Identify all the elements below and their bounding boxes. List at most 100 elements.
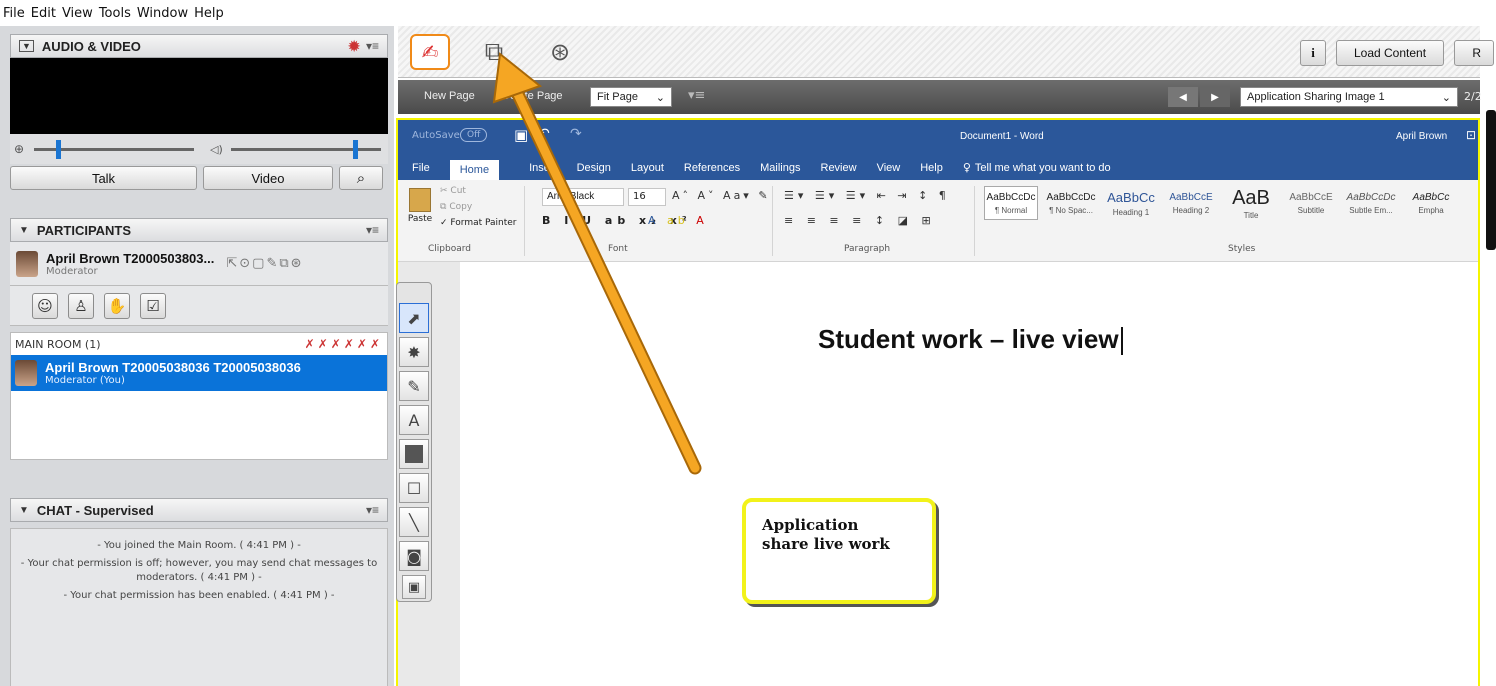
chat-log: - You joined the Main Room. ( 4:41 PM ) … xyxy=(10,528,388,686)
menu-edit[interactable]: Edit xyxy=(31,6,56,21)
scrollbar-handle[interactable] xyxy=(1486,110,1496,250)
pointer-tool-button[interactable]: ✸ xyxy=(399,337,429,367)
mic-volume-slider[interactable] xyxy=(34,139,194,159)
group-divider xyxy=(772,186,773,256)
style-subtitle[interactable]: AaBbCcE Subtitle xyxy=(1284,186,1338,220)
style-title[interactable]: AaB Title xyxy=(1224,186,1278,220)
video-button[interactable]: Video xyxy=(203,166,333,190)
poll-checkbox-button[interactable]: ☑ xyxy=(140,292,166,319)
document-title: Document1 - Word xyxy=(960,131,1044,142)
participant-role: Moderator (You) xyxy=(45,375,125,386)
menu-window[interactable]: Window xyxy=(137,6,188,21)
raise-hand-button[interactable]: ✋ xyxy=(104,292,130,319)
group-divider xyxy=(974,186,975,256)
autosave-state: Off xyxy=(467,130,481,140)
chat-message: - Your chat permission has been enabled.… xyxy=(63,590,335,601)
collapse-triangle-icon[interactable]: ▼ xyxy=(19,225,29,236)
style-no-spacing[interactable]: AaBbCcDc ¶ No Spac... xyxy=(1044,186,1098,220)
style-heading-1[interactable]: AaBbCc Heading 1 xyxy=(1104,186,1158,220)
panel-menu-icon[interactable]: ▾≡ xyxy=(366,39,379,53)
prev-page-button[interactable]: ◀ xyxy=(1168,87,1198,107)
callout-box: Application share live work xyxy=(742,498,936,604)
my-status-icons: ⇱⊙▢✎⧉⊛ xyxy=(226,256,303,271)
info-icon: i xyxy=(1311,45,1315,60)
style-emphasis[interactable]: AaBbCc Empha xyxy=(1404,186,1458,220)
user-name: April Brown xyxy=(1396,131,1448,142)
menu-view[interactable]: View xyxy=(62,6,93,21)
fill-shape-tool-button[interactable] xyxy=(399,439,429,469)
tab-view[interactable]: View xyxy=(877,162,901,174)
autosave-label: AutoSave xyxy=(412,130,460,141)
cut-button[interactable]: ✂ Cut xyxy=(440,186,466,196)
menubar: File Edit View Tools Window Help xyxy=(0,0,1496,26)
tab-help[interactable]: Help xyxy=(920,162,943,174)
participant-row[interactable]: April Brown T20005038036 T20005038036 Mo… xyxy=(11,355,387,391)
image-tool-button[interactable]: ▣ xyxy=(402,575,426,599)
arrow-head xyxy=(492,52,543,104)
style-subtle-emphasis[interactable]: AaBbCcDc Subtle Em... xyxy=(1344,186,1398,220)
audio-video-title: AUDIO & VIDEO xyxy=(41,38,141,54)
scissors-icon: ✂ xyxy=(440,186,448,196)
room-permission-icons: ✗✗✗✗✗✗ xyxy=(304,337,383,351)
whiteboard-tool-button[interactable]: ✍ xyxy=(410,34,450,70)
info-button[interactable]: i xyxy=(1300,40,1326,66)
mic-slider-thumb[interactable] xyxy=(56,139,61,159)
collapse-icon[interactable]: ▼ xyxy=(19,40,34,52)
tell-me-box[interactable]: Tell me what you want to do xyxy=(975,162,1111,174)
styles-group-label: Styles xyxy=(1228,244,1256,254)
text-tool-button[interactable]: A xyxy=(399,405,429,435)
chat-icon[interactable]: ▢ xyxy=(252,256,266,271)
audio-video-header: ▼ AUDIO & VIDEO ✹ ▾≡ xyxy=(10,34,388,58)
emoticon-button[interactable]: ☺ xyxy=(32,292,58,319)
screen-icon[interactable]: ⧉ xyxy=(279,256,290,271)
tab-review[interactable]: Review xyxy=(821,162,857,174)
speaker-slider-thumb[interactable] xyxy=(352,139,358,159)
my-role: Moderator xyxy=(46,265,98,277)
load-content-button[interactable]: Load Content xyxy=(1336,40,1444,66)
speaker-volume-slider[interactable] xyxy=(230,139,381,159)
tab-mailings[interactable]: Mailings xyxy=(760,162,800,174)
room-header: MAIN ROOM (1) ✗✗✗✗✗✗ xyxy=(11,333,387,355)
volume-row: ⊕ ◁) xyxy=(10,134,388,164)
clipboard-group-label: Clipboard xyxy=(428,244,471,254)
new-page-button[interactable]: New Page xyxy=(424,90,475,102)
menu-tools[interactable]: Tools xyxy=(99,6,131,21)
next-page-button[interactable]: ▶ xyxy=(1200,87,1230,107)
clipped-button[interactable]: R xyxy=(1454,40,1494,66)
align-buttons[interactable]: ≡ ≡ ≡ ≡ ↕ ◪ ⊞ xyxy=(784,214,936,227)
style-heading-2[interactable]: AaBbCcE Heading 2 xyxy=(1164,186,1218,220)
snapshot-tool-button[interactable]: ◙ xyxy=(399,541,429,571)
panel-menu-icon[interactable]: ▾≡ xyxy=(366,503,379,517)
video-area xyxy=(10,58,388,134)
style-normal[interactable]: AaBbCcDc ¶ Normal xyxy=(984,186,1038,220)
document-heading-text[interactable]: Student work – live view xyxy=(818,324,1123,356)
audio-video-panel: ▼ AUDIO & VIDEO ✹ ▾≡ ⊕ ◁) Talk Video ⌕ xyxy=(10,34,388,210)
pencil-icon[interactable]: ✎ xyxy=(266,256,279,271)
menu-file[interactable]: File xyxy=(3,6,25,21)
webcam-icon[interactable]: ⊙ xyxy=(239,256,252,271)
room-label: MAIN ROOM (1) xyxy=(15,337,101,351)
paste-button[interactable]: Paste xyxy=(406,188,434,224)
user-icon-button[interactable]: ♙ xyxy=(68,292,94,319)
status-buttons-row: ☺ ♙ ✋ ☑ xyxy=(10,286,388,326)
collapse-triangle-icon[interactable]: ▼ xyxy=(19,505,29,516)
copy-button[interactable]: ⧉ Copy xyxy=(440,202,472,212)
selection-tool-button[interactable]: ⬈ xyxy=(399,303,429,333)
pencil-tool-button[interactable]: ✎ xyxy=(399,371,429,401)
globe-icon[interactable]: ⊛ xyxy=(291,256,304,271)
sharing-image-select[interactable]: Application Sharing Image 1 ⌄ xyxy=(1240,87,1458,107)
list-buttons[interactable]: ☰▾ ☰▾ ☰▾ ⇤ ⇥ ↕ ¶ xyxy=(784,189,950,202)
text-cursor xyxy=(1120,327,1123,356)
talk-button[interactable]: Talk xyxy=(10,166,197,190)
talk-video-row: Talk Video ⌕ xyxy=(10,164,388,192)
microphone-icon: ⊕ xyxy=(14,142,25,156)
line-tool-button[interactable]: ╲ xyxy=(399,507,429,537)
settings-gear-icon[interactable]: ✹ xyxy=(348,38,360,55)
video-preview-icon[interactable]: ⌕ xyxy=(339,166,383,190)
share-icon[interactable]: ⇱ xyxy=(226,256,239,271)
rectangle-tool-button[interactable]: ☐ xyxy=(399,473,429,503)
panel-menu-icon[interactable]: ▾≡ xyxy=(366,223,379,237)
ribbon-display-icon[interactable]: ⊡ xyxy=(1466,128,1476,142)
menu-help[interactable]: Help xyxy=(194,6,224,21)
tab-file[interactable]: File xyxy=(412,162,430,174)
